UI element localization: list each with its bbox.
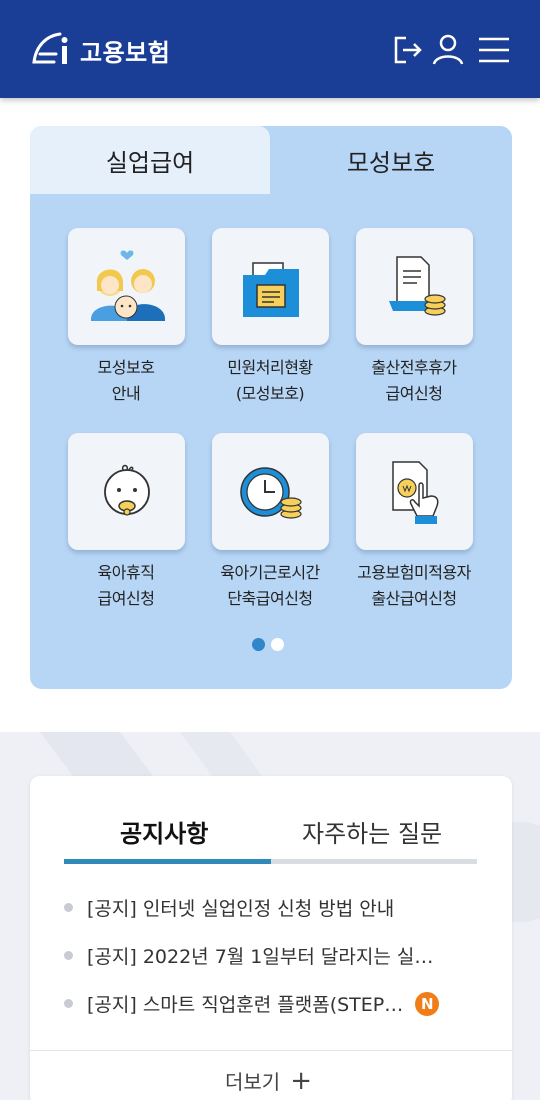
notice-card: 공지사항 자주하는 질문 [공지] 인터넷 실업인정 신청 방법 안내 [공지]…: [30, 776, 512, 1100]
tile-label-uninsured-maternity-benefit: 고용보험미적용자 출산급여신청: [334, 560, 494, 612]
tile-parental-leave-benefit[interactable]: [68, 433, 185, 550]
tile-label-parental-leave-benefit: 육아휴직 급여신청: [46, 560, 206, 612]
tile-label-application-status: 민원처리현황 (모성보호): [190, 355, 350, 407]
bullet-icon: [64, 999, 73, 1008]
tile-label-line1: 모성보호: [97, 358, 155, 377]
plus-icon: +: [290, 1065, 312, 1096]
tile-label-line1: 육아기근로시간: [220, 563, 320, 582]
tab-active-indicator: [64, 859, 271, 864]
tile-label-line2: 급여신청: [97, 589, 155, 608]
tab-notices[interactable]: 공지사항: [120, 814, 208, 849]
notice-item[interactable]: [공지] 스마트 직업훈련 플랫폼(STEP… N: [64, 990, 484, 1017]
tile-label-line2: 단축급여신청: [227, 589, 313, 608]
tile-label-line2: 안내: [111, 384, 141, 403]
page-dot-1[interactable]: [252, 638, 265, 651]
notice-item[interactable]: [공지] 인터넷 실업인정 신청 방법 안내: [64, 894, 484, 921]
tile-label-maternity-guide: 모성보호 안내: [46, 355, 206, 407]
user-icon[interactable]: [430, 32, 466, 68]
logout-icon[interactable]: [390, 32, 426, 68]
service-panel: 실업급여 모성보호 모성보호 안내 민원처리현황 (모성보호) 출산전후휴가 급…: [30, 126, 512, 689]
notice-text: [공지] 스마트 직업훈련 플랫폼(STEP…: [87, 994, 404, 1016]
menu-icon[interactable]: [476, 32, 512, 68]
tile-label-line2: 출산급여신청: [371, 589, 457, 608]
bullet-icon: [64, 951, 73, 960]
baby-icon: [103, 464, 150, 516]
notice-text: [공지] 인터넷 실업인정 신청 방법 안내: [87, 898, 395, 920]
tile-label-line2: 급여신청: [385, 384, 443, 403]
family-icon: [90, 250, 165, 321]
tab-maternity-protection[interactable]: 모성보호: [270, 126, 512, 194]
tile-maternity-leave-benefit[interactable]: [356, 228, 473, 345]
page-dot-2[interactable]: [271, 638, 284, 651]
tile-label-line1: 출산전후휴가: [371, 358, 457, 377]
tile-maternity-guide[interactable]: [68, 228, 185, 345]
tile-reduced-hours-benefit[interactable]: [212, 433, 329, 550]
more-button[interactable]: 더보기 +: [225, 1066, 312, 1095]
new-badge: N: [415, 991, 440, 1016]
tile-label-line1: 민원처리현황: [227, 358, 313, 377]
clock-coins-icon: [239, 466, 302, 519]
logo[interactable]: 고용보험: [30, 30, 170, 70]
app-header: 고용보험: [0, 0, 540, 98]
tile-uninsured-maternity-benefit[interactable]: [356, 433, 473, 550]
document-coins-icon: [388, 255, 446, 316]
hand-won-document-icon: [391, 460, 438, 524]
more-label: 더보기: [225, 1070, 281, 1094]
tab-unemployment-benefit[interactable]: 실업급여: [30, 126, 270, 194]
tile-label-reduced-hours-benefit: 육아기근로시간 단축급여신청: [190, 560, 350, 612]
tile-label-maternity-leave-benefit: 출산전후휴가 급여신청: [334, 355, 494, 407]
notice-text: [공지] 2022년 7월 1일부터 달라지는 실…: [87, 946, 434, 968]
logo-text: 고용보험: [80, 38, 171, 67]
bullet-icon: [64, 903, 73, 912]
tile-application-status[interactable]: [212, 228, 329, 345]
logo-mark-icon: [32, 32, 68, 64]
notice-item[interactable]: [공지] 2022년 7월 1일부터 달라지는 실…: [64, 942, 484, 969]
tile-label-line1: 고용보험미적용자: [357, 563, 471, 582]
tile-label-line1: 육아휴직: [97, 563, 155, 582]
card-divider: [30, 1050, 512, 1051]
tile-label-line2: (모성보호): [235, 384, 305, 403]
tab-faq[interactable]: 자주하는 질문: [302, 814, 442, 849]
page-indicator: [252, 638, 284, 651]
folder-document-icon: [242, 261, 299, 317]
